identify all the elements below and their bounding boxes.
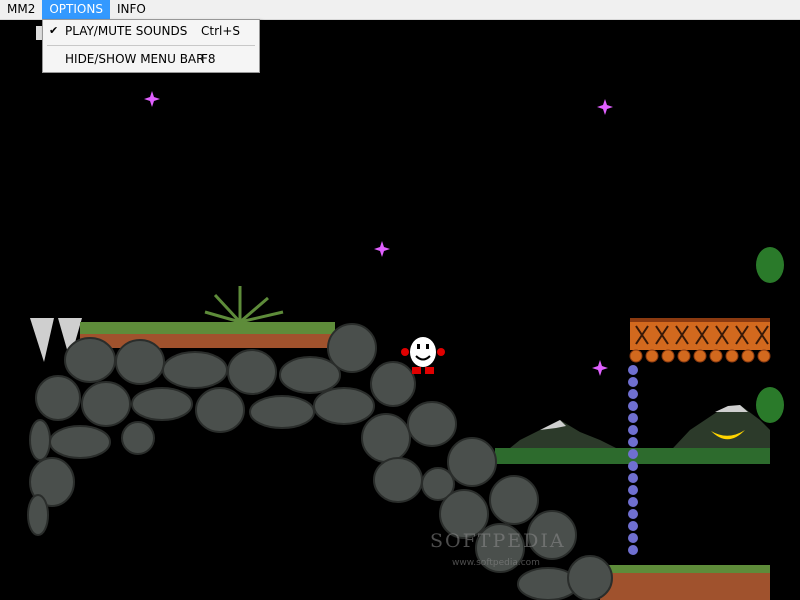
checkmark-icon: ✔ [49,24,59,37]
ground-platform [600,565,770,600]
menu-item-label: HIDE/SHOW MENU BAR [65,52,205,66]
menu-item-hide-show-menu-bar[interactable]: HIDE/SHOW MENU BAR F8 [43,48,259,70]
grass-ledge [80,322,335,348]
menu-item-play-mute-sounds[interactable]: ✔ PLAY/MUTE SOUNDS Ctrl+S [43,20,259,42]
menu-bar: MM2 OPTIONS INFO [0,0,800,20]
menu-item-shortcut: F8 [201,52,216,66]
game-scene [0,19,800,600]
menu-options[interactable]: OPTIONS [42,0,110,19]
menu-info[interactable]: INFO [110,0,153,19]
watermark-url: www.softpedia.com [452,558,540,568]
options-dropdown: ✔ PLAY/MUTE SOUNDS Ctrl+S HIDE/SHOW MENU… [42,19,260,73]
menu-mm2[interactable]: MM2 [0,0,42,19]
menu-item-shortcut: Ctrl+S [201,24,241,38]
watermark: SOFTPEDIA [430,530,566,552]
menu-separator [47,45,255,46]
menu-item-label: PLAY/MUTE SOUNDS [65,24,188,38]
wooden-bridge [629,318,771,363]
